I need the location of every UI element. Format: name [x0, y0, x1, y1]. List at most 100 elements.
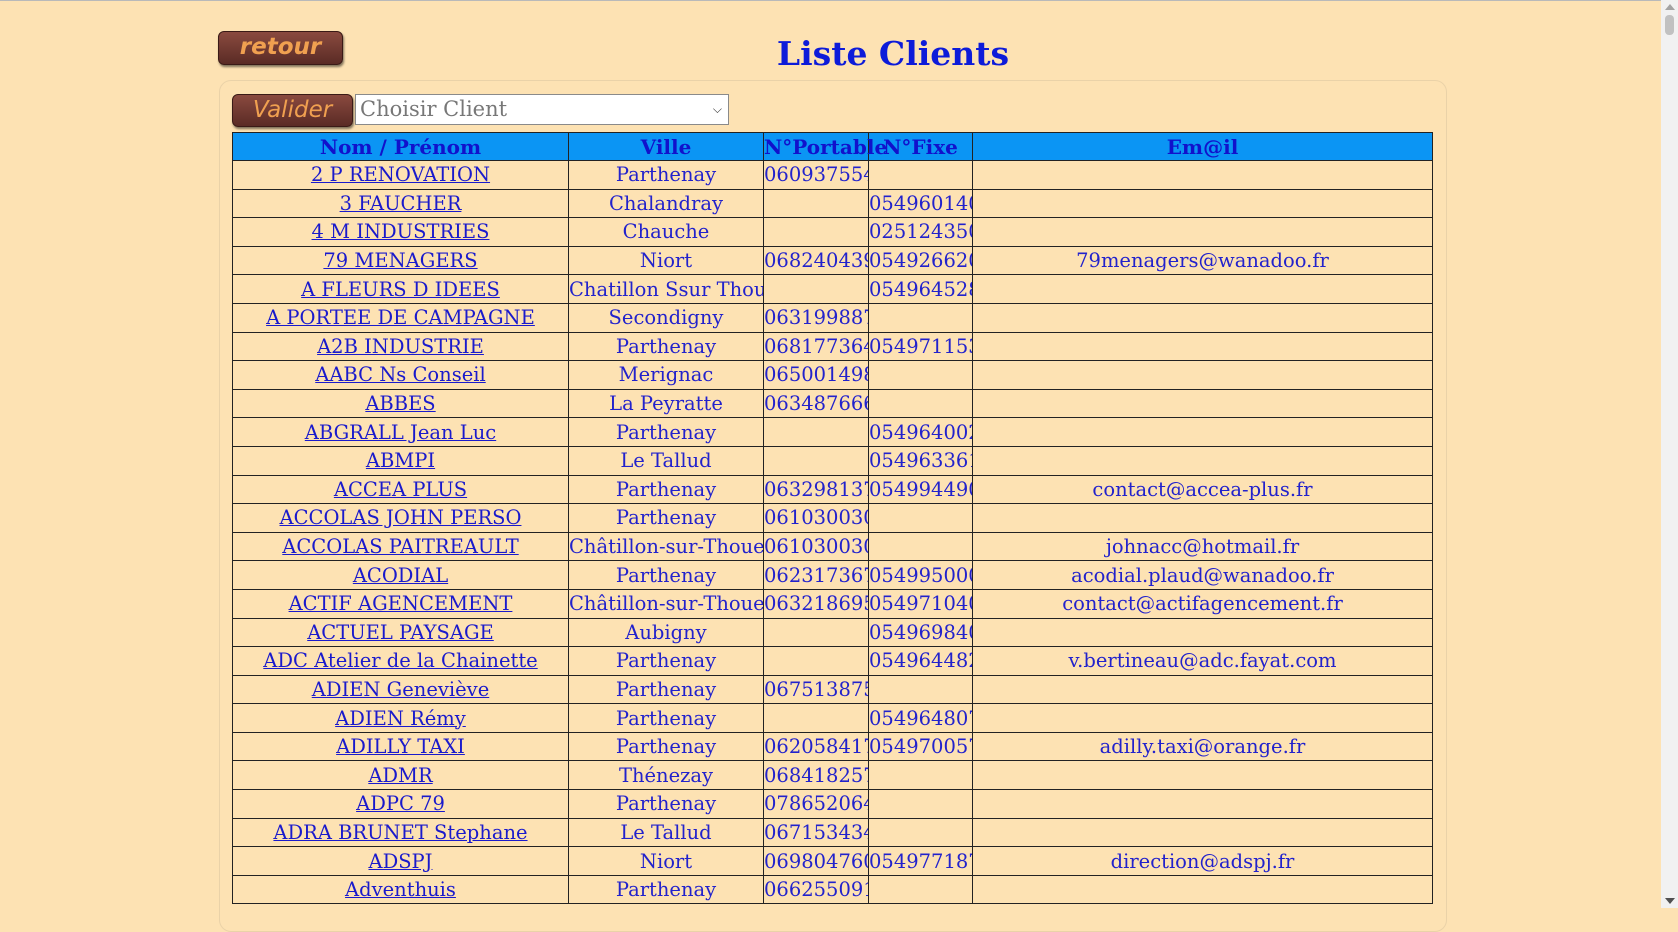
client-name-cell: Adventhuis	[232, 874, 569, 905]
table-row: ADC Atelier de la Chainette Parthenay 0549…	[232, 646, 1433, 676]
scroll-up-arrow-icon[interactable]	[1665, 4, 1675, 10]
client-name-link[interactable]: A FLEURS D IDEES	[301, 278, 500, 301]
city-cell: Parthenay	[568, 874, 764, 905]
client-name-cell: ACCOLAS JOHN PERSO	[232, 503, 569, 533]
email-cell	[972, 302, 1433, 333]
mobile-phone-cell	[763, 217, 869, 247]
landline-phone-cell	[868, 760, 973, 791]
validate-button[interactable]: Valider	[232, 94, 353, 127]
client-name-cell: ADSPJ	[232, 846, 569, 876]
mobile-phone-cell	[763, 617, 869, 648]
city-cell: Parthenay	[568, 731, 764, 762]
client-name-link[interactable]: 4 M INDUSTRIES	[312, 220, 490, 243]
landline-phone-cell	[868, 531, 973, 562]
client-name-link[interactable]: ADRA BRUNET Stephane	[273, 821, 527, 844]
landline-phone-cell: 0549950000	[868, 560, 973, 590]
client-name-link[interactable]: ACCEA PLUS	[334, 478, 467, 501]
client-name-link[interactable]: 2 P RENOVATION	[311, 163, 490, 186]
mobile-phone-cell: 0634876661	[763, 388, 869, 419]
vertical-scrollbar[interactable]	[1661, 0, 1678, 908]
client-name-link[interactable]: ADIEN Geneviève	[312, 678, 489, 701]
city-cell: Parthenay	[568, 160, 764, 190]
mobile-phone-cell: 0610300309	[763, 531, 869, 562]
mobile-phone-cell: 0662550916	[763, 874, 869, 905]
client-name-link[interactable]: ADC Atelier de la Chainette	[263, 649, 537, 672]
page-title: Liste Clients	[776, 34, 1010, 73]
client-name-link[interactable]: ADIEN Rémy	[335, 707, 466, 730]
client-name-cell: ADIEN Rémy	[232, 703, 569, 733]
client-name-link[interactable]: A2B INDUSTRIE	[317, 335, 484, 358]
landline-phone-cell	[868, 789, 973, 819]
city-cell: Le Tallud	[568, 817, 764, 848]
email-cell: v.bertineau@adc.fayat.com	[972, 646, 1433, 676]
client-name-link[interactable]: ABMPI	[366, 449, 435, 472]
city-cell: Niort	[568, 846, 764, 876]
column-header-fixe[interactable]: N°Fixe	[868, 132, 973, 161]
email-cell: adilly.taxi@orange.fr	[972, 731, 1433, 762]
client-name-cell: 4 M INDUSTRIES	[232, 217, 569, 247]
table-row: ACODIAL Parthenay06231736740549950000acod…	[232, 560, 1433, 590]
client-name-link[interactable]: 79 MENAGERS	[323, 249, 477, 272]
client-name-cell: ACCEA PLUS	[232, 474, 569, 505]
client-name-link[interactable]: ACTUEL PAYSAGE	[307, 621, 494, 644]
client-name-link[interactable]: ACTIF AGENCEMENT	[289, 592, 513, 615]
email-cell	[972, 817, 1433, 848]
client-name-cell: ACTUEL PAYSAGE	[232, 617, 569, 648]
landline-phone-cell: 0549710409	[868, 588, 973, 619]
client-name-link[interactable]: ACODIAL	[353, 564, 448, 587]
client-name-link[interactable]: 3 FAUCHER	[340, 192, 462, 215]
client-name-link[interactable]: Adventhuis	[345, 878, 456, 901]
column-header-portable[interactable]: N°Portable	[763, 132, 887, 161]
scrollbar-thumb[interactable]	[1665, 15, 1674, 35]
table-row: A FLEURS D IDEES Chatillon Ssur Thouet 054…	[232, 274, 1433, 304]
scroll-down-arrow-icon[interactable]	[1665, 898, 1675, 904]
landline-phone-cell	[868, 503, 973, 533]
mobile-phone-cell: 0632186951	[763, 588, 869, 619]
column-header-name[interactable]: Nom / Prénom	[232, 132, 569, 161]
landline-phone-cell: 0549771870	[868, 846, 973, 876]
client-name-link[interactable]: A PORTEE DE CAMPAGNE	[266, 306, 535, 329]
mobile-phone-cell: 0632981378	[763, 474, 869, 505]
client-name-cell: A2B INDUSTRIE	[232, 331, 569, 362]
column-header-email[interactable]: Em@il	[972, 132, 1433, 161]
landline-phone-cell	[868, 302, 973, 333]
client-name-cell: A PORTEE DE CAMPAGNE	[232, 302, 569, 333]
landline-phone-cell: 0549645285	[868, 274, 973, 304]
client-name-link[interactable]: ADILLY TAXI	[336, 735, 465, 758]
column-header-ville[interactable]: Ville	[568, 132, 764, 161]
landline-phone-cell	[868, 674, 973, 705]
landline-phone-cell: 0549711531	[868, 331, 973, 362]
client-name-cell: ACODIAL	[232, 560, 569, 590]
email-cell: direction@adspj.fr	[972, 846, 1433, 876]
client-name-link[interactable]: ACCOLAS PAITREAULT	[282, 535, 518, 558]
city-cell: Parthenay	[568, 417, 764, 447]
table-row: A2B INDUSTRIE Parthenay068177364805497115…	[232, 331, 1433, 362]
landline-phone-cell	[868, 874, 973, 905]
client-name-link[interactable]: ADPC 79	[356, 792, 445, 815]
city-cell: Niort	[568, 245, 764, 276]
email-cell	[972, 789, 1433, 819]
client-name-cell: ADC Atelier de la Chainette	[232, 646, 569, 676]
landline-phone-cell: 0549698402	[868, 617, 973, 648]
landline-phone-cell: 0251243507	[868, 217, 973, 247]
client-name-link[interactable]: ABBES	[365, 392, 435, 415]
client-name-link[interactable]: ADMR	[368, 764, 432, 787]
client-name-link[interactable]: AABC Ns Conseil	[315, 363, 485, 386]
table-row: A PORTEE DE CAMPAGNE Secondigny0631998876	[232, 302, 1433, 333]
email-cell	[972, 274, 1433, 304]
table-body: 2 P RENOVATIONParthenay06093755403 FAUCH…	[232, 160, 1433, 905]
mobile-phone-cell: 0675138754	[763, 674, 869, 705]
email-cell	[972, 217, 1433, 247]
client-name-link[interactable]: ACCOLAS JOHN PERSO	[280, 506, 522, 529]
client-name-link[interactable]: ADSPJ	[368, 850, 432, 873]
client-select[interactable]: Choisir Client ⌵	[355, 94, 729, 125]
mobile-phone-cell	[763, 188, 869, 219]
client-name-cell: 3 FAUCHER	[232, 188, 569, 219]
table-row: ACCOLAS JOHN PERSO Parthenay0610300309	[232, 503, 1433, 533]
client-name-link[interactable]: ABGRALL Jean Luc	[305, 421, 496, 444]
city-cell: La Peyratte	[568, 388, 764, 419]
email-cell	[972, 160, 1433, 190]
landline-phone-cell: 0549266204	[868, 245, 973, 276]
email-cell	[972, 388, 1433, 419]
client-select-value: Choisir Client	[360, 97, 508, 121]
